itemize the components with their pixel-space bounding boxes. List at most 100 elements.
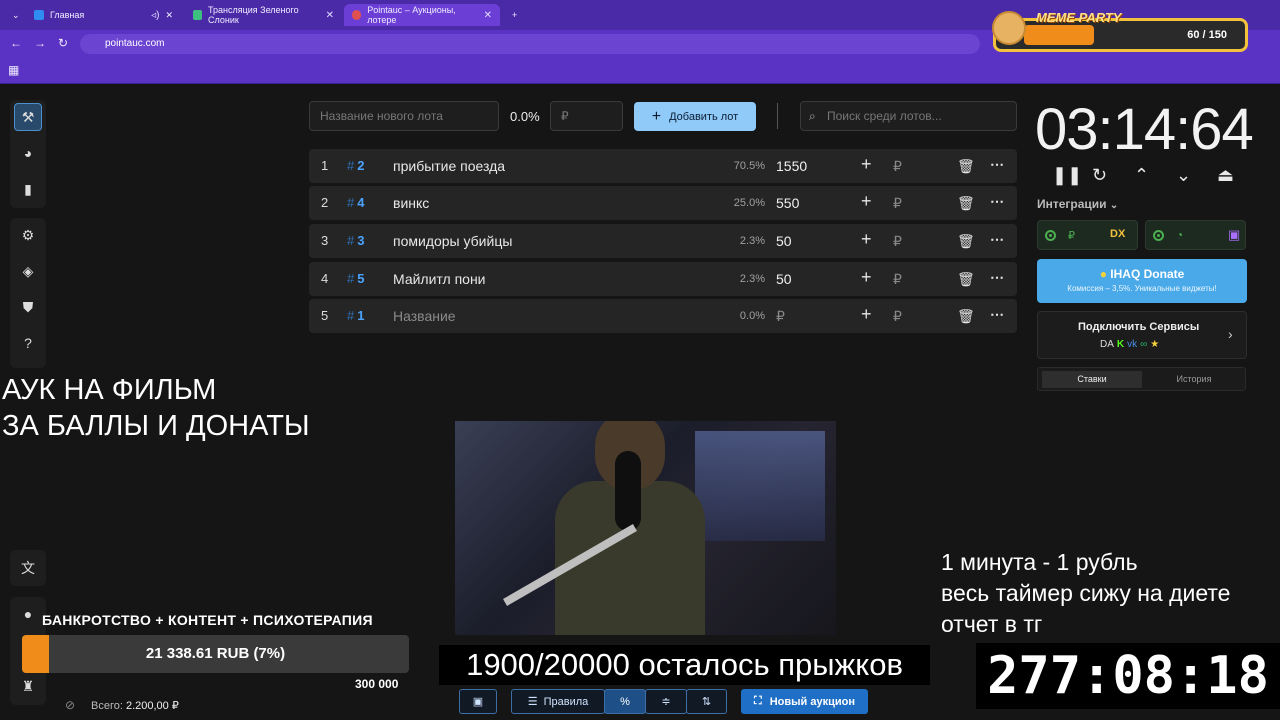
stats-icon[interactable]: ▮ xyxy=(14,175,42,203)
overlay-rule: отчет в тг xyxy=(941,611,1043,637)
tab-stream[interactable]: Трансляция Зеленого Слоник ✕ xyxy=(185,4,342,26)
lot-row[interactable]: 2 #4 винкс 25.0% 550 + ₽ 🗑 ⋯ xyxy=(309,186,1017,220)
total-amount: Всего: 2.200,00 ₽ xyxy=(91,700,179,712)
github-icon[interactable]: ● xyxy=(14,600,42,628)
new-lot-percent: 0.0% xyxy=(510,109,540,124)
extra-amount-input[interactable]: ₽ xyxy=(893,271,902,288)
trash-icon[interactable]: 🗑 xyxy=(957,271,975,288)
amount-input[interactable]: ₽ xyxy=(550,101,623,131)
divider xyxy=(777,103,778,129)
save-icon: ▣ xyxy=(472,696,484,708)
translate-icon[interactable]: 文 xyxy=(14,554,42,582)
lot-name[interactable]: Майлитл пони xyxy=(393,271,486,287)
goal-title: БАНКРОТСТВО + КОНТЕНТ + ПСИХОТЕРАПИЯ xyxy=(42,612,373,628)
new-lot-input[interactable]: Название нового лота xyxy=(309,101,499,131)
wheel-icon[interactable]: ◕ xyxy=(14,139,42,167)
reload-icon[interactable]: ↻ xyxy=(58,36,68,50)
help-icon[interactable]: ? xyxy=(14,329,42,357)
tab-menu-button[interactable]: ⌄ xyxy=(4,4,22,26)
add-lot-button[interactable]: + Добавить лот xyxy=(634,102,756,131)
tab-home[interactable]: Главная ◃) ✕ xyxy=(26,4,181,26)
extra-amount-input[interactable]: ₽ xyxy=(893,308,902,325)
back-icon[interactable]: ← xyxy=(10,36,22,50)
trash-icon[interactable]: 🗑 xyxy=(957,308,975,325)
more-icon[interactable]: ⋯ xyxy=(990,156,1004,173)
new-auction-button[interactable]: ⛶ Новый аукцион xyxy=(741,689,868,714)
add-amount-icon[interactable]: + xyxy=(861,191,872,212)
lot-name[interactable]: винкс xyxy=(393,195,429,211)
extra-amount-input[interactable]: ₽ xyxy=(893,233,902,250)
lot-name[interactable]: Название xyxy=(393,308,456,324)
apps-icon[interactable]: ▦ xyxy=(8,63,19,77)
shield-icon[interactable]: ⛊ xyxy=(14,293,42,321)
sort-icon: ⇅ xyxy=(701,696,712,708)
chevron-up-icon[interactable]: ⌃ xyxy=(1134,165,1149,186)
boosty-icon: ∞ xyxy=(1140,339,1148,350)
more-icon[interactable]: ⋯ xyxy=(990,193,1004,210)
lot-amount[interactable]: 1550 xyxy=(776,158,807,174)
trash-icon[interactable]: 🗑 xyxy=(957,233,975,250)
reset-icon[interactable]: ↻ xyxy=(1092,165,1107,186)
lot-row[interactable]: 5 #1 Название 0.0% ₽ + ₽ 🗑 ⋯ xyxy=(309,299,1017,333)
sort-button[interactable]: ⇅ xyxy=(686,689,727,714)
pause-icon[interactable]: ❚❚ xyxy=(1052,165,1082,186)
add-amount-icon[interactable]: + xyxy=(861,229,872,250)
save-button[interactable]: ▣ xyxy=(459,689,497,714)
ihaq-donate-button[interactable]: ● IHAQ Donate Комиссия – 3,5%. Уникальны… xyxy=(1037,259,1247,303)
goal-progress-bar: 21 338.61 RUB (7%) xyxy=(22,635,409,673)
trash-icon[interactable]: 🗑 xyxy=(957,158,975,175)
lot-row[interactable]: 1 #2 прибытие поезда 70.5% 1550 + ₽ 🗑 ⋯ xyxy=(309,149,1017,183)
extra-amount-input[interactable]: ₽ xyxy=(893,195,902,212)
close-icon[interactable]: ✕ xyxy=(484,10,492,21)
tab-pointauc[interactable]: Pointauc – Аукционы, лотере ✕ xyxy=(344,4,500,26)
eye-off-icon[interactable]: ⊘ xyxy=(65,698,75,712)
forward-icon[interactable]: → xyxy=(34,36,46,50)
integration-twitch[interactable]: ◔ ▣ xyxy=(1145,220,1246,250)
integrations-toggle[interactable]: Интеграции ⌄ xyxy=(1037,197,1118,211)
url-field[interactable]: pointauc.com xyxy=(80,34,980,54)
close-icon[interactable]: ✕ xyxy=(165,10,173,21)
auction-icon[interactable]: ⚒ xyxy=(14,103,42,131)
more-icon[interactable]: ⋯ xyxy=(990,231,1004,248)
app-icon xyxy=(193,10,202,20)
gear-icon[interactable]: ⚙ xyxy=(14,221,42,249)
close-icon[interactable]: ✕ xyxy=(326,10,334,21)
lot-amount[interactable]: 50 xyxy=(776,233,792,249)
more-icon[interactable]: ⋯ xyxy=(990,306,1004,323)
add-amount-icon[interactable]: + xyxy=(861,267,872,288)
align-button[interactable]: ≑ xyxy=(645,689,687,714)
search-input[interactable]: ⌕ Поиск среди лотов... xyxy=(800,101,1017,131)
donationalerts-icon: DA xyxy=(1100,339,1114,350)
new-tab-button[interactable]: + xyxy=(504,4,524,26)
lot-row[interactable]: 3 #3 помидоры убийцы 2.3% 50 + ₽ 🗑 ⋯ xyxy=(309,224,1017,258)
add-amount-icon[interactable]: + xyxy=(861,304,872,325)
chevron-right-icon: › xyxy=(1228,326,1233,342)
chevron-down-icon[interactable]: ⌄ xyxy=(1176,165,1191,186)
trash-icon[interactable]: 🗑 xyxy=(957,195,975,212)
overlay-rule: весь таймер сижу на диете xyxy=(941,580,1231,606)
tab-bets[interactable]: Ставки xyxy=(1042,371,1142,388)
percent-mode-button[interactable]: % xyxy=(604,689,646,714)
connect-services-button[interactable]: Подключить Сервисы DA K vk ∞ ★ › xyxy=(1037,311,1247,359)
overlay-auction-title: АУК НА ФИЛЬМ xyxy=(2,374,217,406)
mute-icon[interactable]: ◃) xyxy=(151,10,159,21)
rules-icon: ☰ xyxy=(527,696,538,708)
collapse-icon[interactable]: ⏏ xyxy=(1217,165,1234,186)
rules-button[interactable]: ☰ Правила xyxy=(511,689,605,714)
lot-amount[interactable]: 550 xyxy=(776,195,799,211)
integration-donate[interactable]: ₽ DX xyxy=(1037,220,1138,250)
jumps-counter: 1900/20000 осталось прыжков xyxy=(439,645,930,685)
lot-name[interactable]: помидоры убийцы xyxy=(393,233,512,249)
layers-icon[interactable]: ◈ xyxy=(14,257,42,285)
more-icon[interactable]: ⋯ xyxy=(990,269,1004,286)
chevron-down-icon: ⌄ xyxy=(12,9,20,20)
tab-history[interactable]: История xyxy=(1144,371,1244,388)
logo-icon[interactable]: ♜ xyxy=(14,672,42,700)
sidebar-mid-group: ⚙ ◈ ⛊ ? xyxy=(10,218,46,368)
lot-amount[interactable]: ₽ xyxy=(776,308,785,325)
extra-amount-input[interactable]: ₽ xyxy=(893,158,902,175)
lot-row[interactable]: 4 #5 Майлитл пони 2.3% 50 + ₽ 🗑 ⋯ xyxy=(309,262,1017,296)
add-amount-icon[interactable]: + xyxy=(861,154,872,175)
lot-name[interactable]: прибытие поезда xyxy=(393,158,505,174)
lot-amount[interactable]: 50 xyxy=(776,271,792,287)
